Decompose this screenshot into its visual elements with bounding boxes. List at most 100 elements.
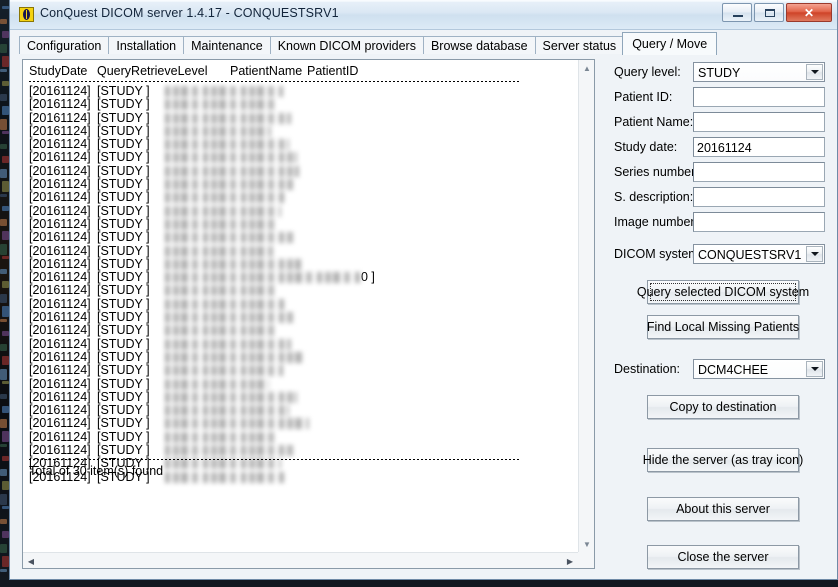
cell-studydate: [20161124] bbox=[29, 296, 91, 311]
horizontal-scrollbar[interactable]: ◀ ▶ bbox=[23, 552, 578, 568]
vertical-scrollbar[interactable]: ▲ ▼ bbox=[578, 60, 594, 552]
cell-queryretrievelevel: [STUDY ] bbox=[97, 416, 150, 431]
cell-studydate: [20161124] bbox=[29, 310, 91, 325]
cell-patient-redacted bbox=[165, 418, 309, 430]
cell-patient-redacted bbox=[165, 192, 287, 204]
window-controls: ✕ bbox=[722, 3, 832, 22]
maximize-button[interactable] bbox=[754, 3, 784, 22]
table-row[interactable]: [20161124] [STUDY ] bbox=[29, 403, 578, 417]
tab-browse-database[interactable]: Browse database bbox=[422, 36, 536, 55]
cell-queryretrievelevel: [STUDY ] bbox=[97, 283, 150, 298]
cell-patient-redacted bbox=[165, 258, 301, 270]
patient-name-input[interactable] bbox=[693, 112, 825, 132]
scroll-right-icon[interactable]: ▶ bbox=[562, 553, 578, 568]
minimize-button[interactable] bbox=[722, 3, 752, 22]
client-area: StudyDate QueryRetrieveLevel PatientName Pa… bbox=[10, 54, 837, 579]
about-this-server-button[interactable]: About this server bbox=[647, 497, 799, 521]
button-label: Copy to destination bbox=[669, 400, 777, 414]
cell-queryretrievelevel: [STUDY ] bbox=[97, 296, 150, 311]
destination-select[interactable]: DCM4CHEE bbox=[693, 359, 825, 379]
table-row[interactable]: [20161124] [STUDY ] bbox=[29, 163, 578, 178]
table-row[interactable]: [20161124] [STUDY ] bbox=[29, 389, 578, 404]
table-row[interactable]: [20161124] [STUDY ] bbox=[29, 111, 578, 125]
table-row[interactable]: [20161124] [STUDY ] bbox=[29, 137, 578, 151]
query-results-list[interactable]: StudyDate QueryRetrieveLevel PatientName Pa… bbox=[23, 60, 578, 552]
column-header-studydate: StudyDate bbox=[29, 64, 88, 78]
label-patient-name: Patient Name: bbox=[614, 115, 694, 129]
cell-patient-tail: 0 ] bbox=[361, 270, 375, 285]
tab-installation[interactable]: Installation bbox=[108, 36, 185, 55]
cell-studydate: [20161124] bbox=[29, 123, 91, 138]
query-level-select[interactable]: STUDY bbox=[693, 62, 825, 82]
results-column-headers: StudyDate QueryRetrieveLevel PatientName Pa… bbox=[29, 64, 358, 78]
title-bar[interactable]: ConQuest DICOM server 1.4.17 - CONQUESTS… bbox=[10, 0, 837, 30]
cell-queryretrievelevel: [STUDY ] bbox=[97, 163, 150, 178]
cell-queryretrievelevel: [STUDY ] bbox=[97, 443, 150, 458]
table-row[interactable]: [20161124] [STUDY ] bbox=[29, 363, 578, 378]
image-number-input[interactable] bbox=[693, 212, 825, 232]
tab-configuration[interactable]: Configuration bbox=[19, 36, 110, 55]
query-selected-dicom-system-button[interactable]: Query selected DICOM system bbox=[637, 280, 809, 304]
maximize-icon bbox=[765, 9, 775, 17]
tab-known-dicom-providers[interactable]: Known DICOM providers bbox=[269, 36, 424, 55]
cell-studydate: [20161124] bbox=[29, 416, 91, 431]
series-description-input[interactable] bbox=[693, 187, 825, 207]
table-row[interactable]: [20161124] [STUDY ] bbox=[29, 337, 578, 351]
cell-studydate: [20161124] bbox=[29, 389, 91, 404]
close-the-server-button[interactable]: Close the server bbox=[647, 545, 799, 569]
scrollbar-corner bbox=[578, 552, 594, 568]
cell-studydate: [20161124] bbox=[29, 256, 91, 271]
table-row[interactable]: [20161124] [STUDY ] bbox=[29, 443, 578, 458]
table-row[interactable]: [20161124] [STUDY ] bbox=[29, 244, 578, 258]
cell-studydate: [20161124] bbox=[29, 363, 91, 378]
table-row[interactable]: [20161124] [STUDY ] bbox=[29, 151, 578, 164]
series-number-input[interactable] bbox=[693, 162, 825, 182]
minimize-icon bbox=[733, 15, 743, 17]
dicom-system-select[interactable]: CONQUESTSRV1 bbox=[693, 244, 825, 264]
scroll-up-icon[interactable]: ▲ bbox=[579, 60, 594, 76]
table-row[interactable]: [20161124] [STUDY ] bbox=[29, 430, 578, 444]
chevron-down-icon[interactable] bbox=[806, 64, 823, 80]
table-row[interactable]: [20161124] [STUDY ] bbox=[29, 230, 578, 244]
cell-studydate: [20161124] bbox=[29, 216, 91, 231]
hide-the-server-button[interactable]: Hide the server (as tray icon) bbox=[643, 448, 803, 472]
close-button[interactable]: ✕ bbox=[786, 3, 832, 22]
table-row[interactable]: [20161124] [STUDY ] bbox=[29, 284, 578, 297]
table-row[interactable]: [20161124] [STUDY ] bbox=[29, 377, 578, 391]
table-row[interactable]: [20161124] [STUDY ] bbox=[29, 177, 578, 192]
window-title: ConQuest DICOM server 1.4.17 - CONQUESTS… bbox=[40, 6, 339, 20]
table-row[interactable]: [20161124] [STUDY ] bbox=[29, 349, 578, 364]
cell-patient-redacted bbox=[165, 112, 291, 124]
table-row[interactable]: [20161124] [STUDY ] bbox=[29, 204, 578, 218]
table-row[interactable]: [20161124] [STUDY ] bbox=[29, 310, 578, 325]
table-row[interactable]: [20161124] [STUDY ] bbox=[29, 191, 578, 204]
table-row[interactable]: [20161124] [STUDY ] bbox=[29, 256, 578, 271]
cell-patient-redacted bbox=[165, 245, 273, 257]
table-row[interactable]: [20161124] [STUDY ] bbox=[29, 296, 578, 311]
chevron-down-icon[interactable] bbox=[806, 361, 823, 377]
find-local-missing-patients-button[interactable]: Find Local Missing Patients bbox=[647, 315, 799, 339]
table-row[interactable]: [20161124] [STUDY ] bbox=[29, 417, 578, 430]
scroll-down-icon[interactable]: ▼ bbox=[579, 536, 594, 552]
copy-to-destination-button[interactable]: Copy to destination bbox=[647, 395, 799, 419]
cell-studydate: [20161124] bbox=[29, 349, 91, 364]
study-date-input[interactable]: 20161124 bbox=[693, 137, 825, 157]
table-row[interactable]: [20161124] [STUDY ] bbox=[29, 84, 578, 98]
table-row[interactable]: [20161124] [STUDY ] bbox=[29, 216, 578, 231]
tab-maintenance[interactable]: Maintenance bbox=[183, 36, 271, 55]
chevron-down-icon[interactable] bbox=[806, 246, 823, 262]
scroll-left-icon[interactable]: ◀ bbox=[23, 553, 39, 568]
cell-patient-redacted bbox=[165, 232, 293, 244]
label-dicom-system: DICOM system: bbox=[614, 247, 703, 261]
cell-studydate: [20161124] bbox=[29, 283, 91, 298]
table-row[interactable]: [20161124] [STUDY ] bbox=[29, 324, 578, 337]
table-row[interactable]: [20161124] [STUDY ] 0 ] bbox=[29, 270, 578, 285]
cell-patient-redacted bbox=[165, 405, 289, 417]
cell-studydate: [20161124] bbox=[29, 177, 91, 192]
patient-id-input[interactable] bbox=[693, 87, 825, 107]
table-row[interactable]: [20161124] [STUDY ] bbox=[29, 97, 578, 111]
query-controls-panel: Query level: STUDY Patient ID: Patient N… bbox=[607, 59, 832, 569]
tab-server-status[interactable]: Server status bbox=[534, 36, 625, 55]
table-row[interactable]: [20161124] [STUDY ] bbox=[29, 123, 578, 138]
tab-query-move[interactable]: Query / Move bbox=[622, 32, 718, 55]
